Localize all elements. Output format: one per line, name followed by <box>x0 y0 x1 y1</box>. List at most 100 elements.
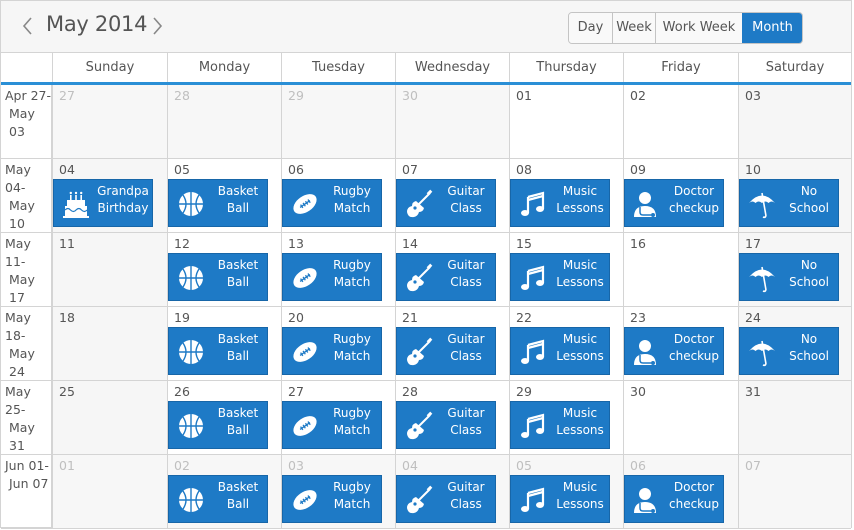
event-appointment[interactable]: Grandpa Birthday <box>53 179 153 227</box>
day-cell[interactable]: 06 Doctor checkup <box>623 455 738 529</box>
day-cell[interactable]: 17 No School <box>738 233 851 307</box>
day-cell[interactable]: 11 <box>52 233 167 307</box>
day-cell[interactable]: 22 Music Lessons <box>509 307 623 381</box>
event-appointment[interactable]: Basket Ball <box>168 475 268 523</box>
day-cell[interactable]: 07 Guitar Class <box>395 159 509 233</box>
day-cell[interactable]: 03 Rugby Match <box>281 455 395 529</box>
event-title-line1: Doctor <box>673 480 715 494</box>
event-appointment[interactable]: Music Lessons <box>510 327 610 375</box>
day-cell[interactable]: 21 Guitar Class <box>395 307 509 381</box>
event-appointment[interactable]: Basket Ball <box>168 327 268 375</box>
week-label-end: May 17 <box>9 272 35 305</box>
event-appointment[interactable]: Guitar Class <box>396 327 496 375</box>
day-cell[interactable]: 08 Music Lessons <box>509 159 623 233</box>
day-cell[interactable]: 27 Rugby Match <box>281 381 395 455</box>
day-number: 21 <box>402 310 418 325</box>
day-cell[interactable]: 30 <box>623 381 738 455</box>
day-cell[interactable]: 13 Rugby Match <box>281 233 395 307</box>
day-number: 05 <box>516 458 532 473</box>
event-appointment[interactable]: Guitar Class <box>396 253 496 301</box>
day-cell[interactable]: 18 <box>52 307 167 381</box>
day-cell[interactable]: 31 <box>738 381 851 455</box>
day-cell[interactable]: 06 Rugby Match <box>281 159 395 233</box>
event-appointment[interactable]: Guitar Class <box>396 475 496 523</box>
day-cell[interactable]: 03 <box>738 85 851 159</box>
week-label-start: May 25- <box>5 384 31 417</box>
day-cell[interactable]: 12 Basket Ball <box>167 233 281 307</box>
day-cell[interactable]: 20 Rugby Match <box>281 307 395 381</box>
day-cell[interactable]: 07 <box>738 455 851 529</box>
cake-icon <box>60 188 92 220</box>
event-title: Rugby Match <box>325 479 379 513</box>
day-cell[interactable]: 23 Doctor checkup <box>623 307 738 381</box>
event-appointment[interactable]: Music Lessons <box>510 401 610 449</box>
day-cell[interactable]: 05 Basket Ball <box>167 159 281 233</box>
day-cell[interactable]: 29 Music Lessons <box>509 381 623 455</box>
day-header-thursday: Thursday <box>509 53 623 82</box>
event-appointment[interactable]: Doctor checkup <box>624 179 724 227</box>
day-cell[interactable]: 04 Guitar Class <box>395 455 509 529</box>
view-workweek-button[interactable]: Work Week <box>655 13 742 43</box>
event-appointment[interactable]: Rugby Match <box>282 253 382 301</box>
event-title: Rugby Match <box>325 405 379 439</box>
day-cell[interactable]: 02 Basket Ball <box>167 455 281 529</box>
event-title-line2: Lessons <box>556 349 604 363</box>
week-label-start: Apr 27- <box>5 88 52 103</box>
day-cell[interactable]: 30 <box>395 85 509 159</box>
day-cell[interactable]: 10 No School <box>738 159 851 233</box>
event-appointment[interactable]: Rugby Match <box>282 179 382 227</box>
day-header-wednesday: Wednesday <box>395 53 509 82</box>
day-cell[interactable]: 02 <box>623 85 738 159</box>
event-title-line2: Ball <box>226 201 250 215</box>
day-cell[interactable]: 01 <box>509 85 623 159</box>
day-number: 01 <box>59 458 75 473</box>
event-appointment[interactable]: Doctor checkup <box>624 475 724 523</box>
event-appointment[interactable]: Music Lessons <box>510 475 610 523</box>
event-appointment[interactable]: No School <box>739 253 839 301</box>
view-week-button[interactable]: Week <box>612 13 655 43</box>
day-cell[interactable]: 05 Music Lessons <box>509 455 623 529</box>
day-cell[interactable]: 24 No School <box>738 307 851 381</box>
prev-month-button[interactable] <box>17 9 39 43</box>
day-cell[interactable]: 01 <box>52 455 167 529</box>
day-cell[interactable]: 28 <box>167 85 281 159</box>
event-appointment[interactable]: Music Lessons <box>510 179 610 227</box>
event-title: Rugby Match <box>325 331 379 365</box>
day-cell[interactable]: 16 <box>623 233 738 307</box>
event-title-line1: Rugby <box>333 258 371 272</box>
event-appointment[interactable]: No School <box>739 327 839 375</box>
event-title-line1: Music <box>562 480 598 494</box>
day-cell[interactable]: 29 <box>281 85 395 159</box>
day-cell[interactable]: 19 Basket Ball <box>167 307 281 381</box>
event-appointment[interactable]: Basket Ball <box>168 401 268 449</box>
event-title: Music Lessons <box>553 331 607 365</box>
event-appointment[interactable]: Guitar Class <box>396 179 496 227</box>
event-appointment[interactable]: Basket Ball <box>168 179 268 227</box>
view-month-button[interactable]: Month <box>742 13 802 43</box>
rugby-icon <box>289 410 321 442</box>
day-cell[interactable]: 27 <box>52 85 167 159</box>
event-title-line1: Rugby <box>333 332 371 346</box>
event-appointment[interactable]: Music Lessons <box>510 253 610 301</box>
event-appointment[interactable]: No School <box>739 179 839 227</box>
day-cell[interactable]: 26 Basket Ball <box>167 381 281 455</box>
day-cell[interactable]: 15 Music Lessons <box>509 233 623 307</box>
view-day-button[interactable]: Day <box>569 13 612 43</box>
day-number: 15 <box>516 236 532 251</box>
rugby-icon <box>289 484 321 516</box>
next-month-button[interactable] <box>146 9 168 43</box>
event-appointment[interactable]: Rugby Match <box>282 401 382 449</box>
day-number: 19 <box>174 310 190 325</box>
day-cell[interactable]: 04 Grandpa Birthday <box>52 159 167 233</box>
event-appointment[interactable]: Doctor checkup <box>624 327 724 375</box>
day-cell[interactable]: 14 Guitar Class <box>395 233 509 307</box>
event-appointment[interactable]: Guitar Class <box>396 401 496 449</box>
week-label-end: May 03 <box>9 106 35 139</box>
event-appointment[interactable]: Rugby Match <box>282 475 382 523</box>
day-number: 28 <box>174 88 190 103</box>
day-cell[interactable]: 25 <box>52 381 167 455</box>
day-cell[interactable]: 28 Guitar Class <box>395 381 509 455</box>
event-appointment[interactable]: Basket Ball <box>168 253 268 301</box>
event-appointment[interactable]: Rugby Match <box>282 327 382 375</box>
day-cell[interactable]: 09 Doctor checkup <box>623 159 738 233</box>
